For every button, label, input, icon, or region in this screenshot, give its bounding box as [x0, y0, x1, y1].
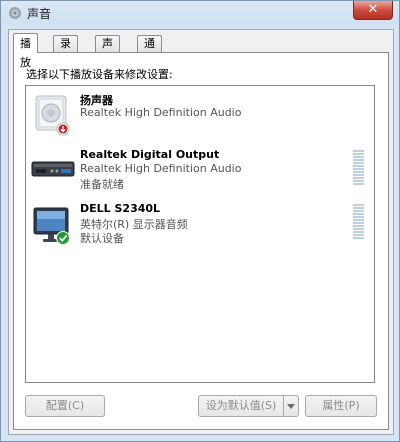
window-title: 声音: [27, 7, 52, 21]
device-item-dell-s2340l[interactable]: DELL S2340L 英特尔(R) 显示器音频 默认设备: [26, 200, 374, 254]
device-status: 准备就绪: [80, 178, 124, 191]
sound-app-icon: [9, 7, 21, 19]
sound-dialog: 声音 ✕ 播放 录制 声音 通信 选择以下播放设备来修改设置:: [0, 0, 400, 442]
dialog-body: 播放 录制 声音 通信 选择以下播放设备来修改设置:: [8, 29, 394, 435]
instruction-text: 选择以下播放设备来修改设置:: [26, 68, 173, 81]
tab-communications[interactable]: 通信: [137, 35, 162, 66]
device-name: Realtek Digital Output: [80, 148, 220, 161]
digital-output-icon: [31, 161, 75, 177]
set-default-button[interactable]: 设为默认值(S): [198, 395, 284, 417]
device-description: Realtek High Definition Audio: [80, 162, 242, 175]
close-button[interactable]: ✕: [353, 1, 393, 20]
device-item-digital-output[interactable]: Realtek Digital Output Realtek High Defi…: [26, 146, 374, 200]
speaker-icon: [35, 95, 70, 136]
tab-recording[interactable]: 录制: [53, 35, 78, 66]
volume-meter: [353, 150, 364, 186]
tab-playback[interactable]: 播放: [13, 33, 38, 69]
device-name: DELL S2340L: [80, 202, 161, 215]
configure-button[interactable]: 配置(C): [25, 395, 105, 417]
close-icon: ✕: [367, 2, 379, 17]
device-description: Realtek High Definition Audio: [80, 106, 242, 119]
playback-panel: 选择以下播放设备来修改设置: 扬声器 Realtek High Definiti…: [13, 52, 389, 430]
device-item-speaker[interactable]: 扬声器 Realtek High Definition Audio: [26, 90, 374, 144]
monitor-icon: [33, 207, 70, 245]
device-status: 默认设备: [80, 232, 124, 245]
volume-meter: [353, 204, 364, 240]
tab-sounds[interactable]: 声音: [95, 35, 120, 66]
properties-button[interactable]: 属性(P): [305, 395, 377, 417]
title-bar[interactable]: 声音 ✕: [1, 1, 399, 25]
set-default-dropdown-arrow[interactable]: [283, 395, 299, 417]
device-list[interactable]: 扬声器 Realtek High Definition Audio Realte…: [25, 85, 375, 383]
